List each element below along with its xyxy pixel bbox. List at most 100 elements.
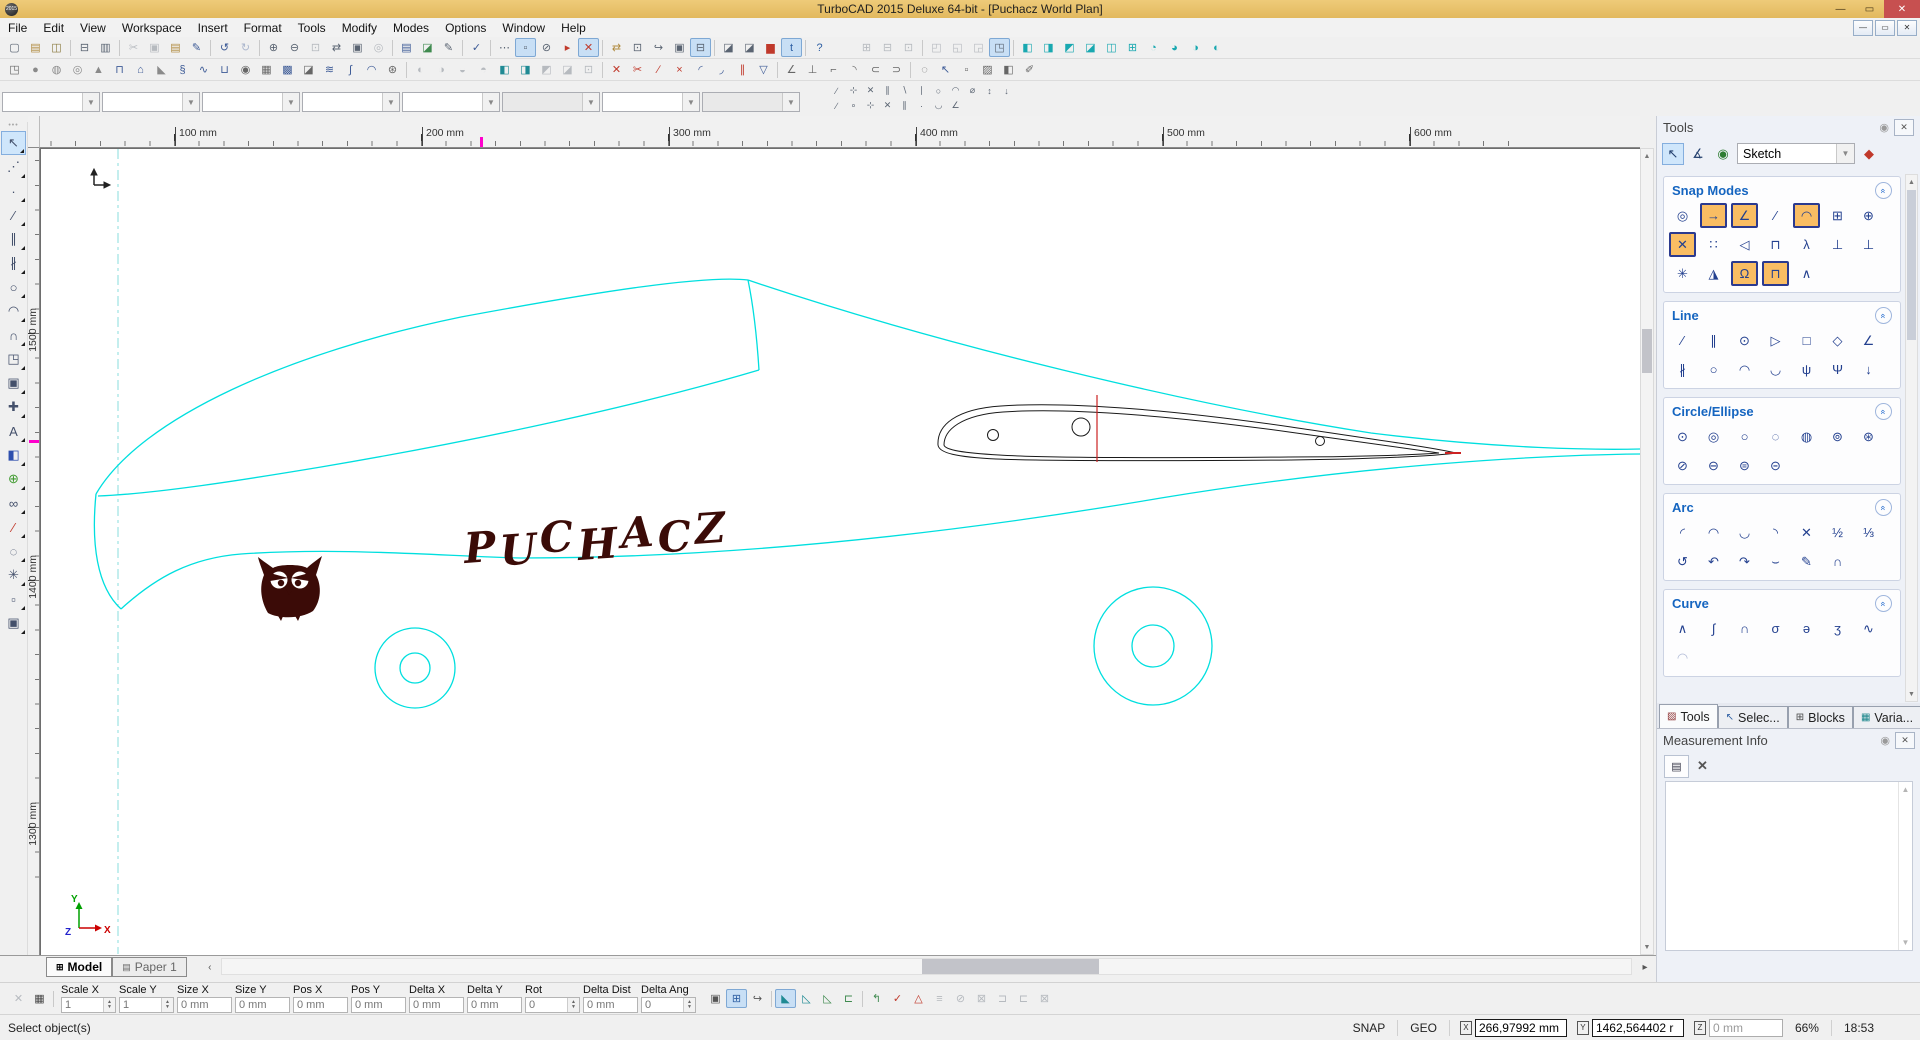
no-snap-icon[interactable]: ✕: [578, 38, 599, 57]
environment-editor-icon[interactable]: ◪: [739, 38, 760, 57]
front-wheel[interactable]: [375, 628, 455, 708]
line-tangent-circle-icon[interactable]: ⊙: [1731, 328, 1758, 353]
z-coordinate-field[interactable]: 0 mm: [1709, 1019, 1783, 1037]
palette-scroll-down-icon[interactable]: ▼: [1906, 687, 1917, 701]
rail-sweep-icon[interactable]: ◠: [361, 60, 382, 79]
scroll-right-icon[interactable]: ▸: [1636, 958, 1654, 976]
coord-table-icon[interactable]: ▦: [29, 989, 50, 1008]
canvas-vertical-scrollbar[interactable]: ▲ ▼: [1640, 148, 1654, 955]
chevron-down-icon[interactable]: ▼: [782, 93, 799, 111]
delta-dist-input[interactable]: 0 mm: [583, 997, 638, 1013]
paste-icon[interactable]: ▤: [165, 38, 186, 57]
box-3d-icon[interactable]: ◳: [4, 60, 25, 79]
text-insert-icon[interactable]: t: [781, 38, 802, 57]
join-icon[interactable]: ×: [669, 60, 690, 79]
line-tool[interactable]: ∕: [1, 203, 26, 227]
measure-arc-icon[interactable]: ◝: [844, 60, 865, 79]
arc-pen-icon[interactable]: ✎: [1793, 549, 1820, 574]
delta-x-input[interactable]: 0 mm: [409, 997, 464, 1013]
tab-scroll-left-icon[interactable]: ‹: [201, 958, 219, 976]
tab-blocks[interactable]: ⊞Blocks: [1788, 706, 1853, 728]
cap-surface-icon[interactable]: ⊛: [382, 60, 403, 79]
palette-select-icon[interactable]: ↖: [1662, 143, 1684, 165]
material-editor-icon[interactable]: ◪: [718, 38, 739, 57]
view-iso-se-icon[interactable]: ◧: [1017, 38, 1038, 57]
sketch-dot-icon[interactable]: ·: [913, 99, 930, 112]
menu-workspace[interactable]: Workspace: [114, 19, 190, 37]
tab-model[interactable]: ⊞ Model: [46, 957, 112, 977]
attach-tool[interactable]: ∞: [1, 491, 26, 515]
snap-quadrant-icon[interactable]: ⊞: [1824, 203, 1851, 228]
lasso-select-icon[interactable]: ◌: [914, 60, 935, 79]
parallel-tool[interactable]: ∥: [1, 227, 26, 251]
chevron-down-icon[interactable]: ▼: [1836, 144, 1854, 163]
extrude-icon[interactable]: ⊔: [214, 60, 235, 79]
close-curve-icon[interactable]: ⊃: [886, 60, 907, 79]
select-mode-icon[interactable]: ▫: [515, 38, 536, 57]
mid-mark-icon[interactable]: ⊹: [845, 84, 862, 97]
scroll-down-icon[interactable]: ▼: [1641, 940, 1653, 954]
chevron-down-icon[interactable]: ▼: [382, 93, 399, 111]
select-tool[interactable]: ↖: [1, 131, 26, 155]
collapse-icon[interactable]: «: [1875, 403, 1892, 420]
circle-tan-point-icon[interactable]: ⊚: [1824, 424, 1851, 449]
snap-tangent-icon[interactable]: λ: [1793, 232, 1820, 257]
palette-scroll-up-icon[interactable]: ▲: [1906, 175, 1917, 189]
y-coordinate-field[interactable]: 1462,564402 r: [1592, 1019, 1684, 1037]
arc-center-radius-icon[interactable]: ◜: [1669, 520, 1696, 545]
line-tangent-3arc-icon[interactable]: ◡: [1762, 357, 1789, 382]
workspace-combo[interactable]: Sketch ▼: [1737, 143, 1855, 164]
main-wheel[interactable]: [1094, 587, 1212, 705]
view-iso-nw-icon[interactable]: ◪: [1080, 38, 1101, 57]
open-icon[interactable]: ▤: [25, 38, 46, 57]
chevron-down-icon[interactable]: ▼: [82, 93, 99, 111]
render-draft-icon[interactable]: ◳: [989, 38, 1010, 57]
horizontal-scroll-thumb[interactable]: [922, 959, 1099, 974]
menu-modify[interactable]: Modify: [334, 19, 385, 37]
surface-icon[interactable]: ◪: [298, 60, 319, 79]
property-combo-3[interactable]: ▼: [202, 92, 300, 112]
view-mode-f-icon[interactable]: ⊏: [838, 989, 859, 1008]
menu-help[interactable]: Help: [553, 19, 594, 37]
fill-bucket-icon[interactable]: ◧: [998, 60, 1019, 79]
snap-toggle[interactable]: SNAP: [1341, 1021, 1398, 1035]
mdi-close-button[interactable]: ✕: [1897, 20, 1917, 36]
copy-icon[interactable]: ▣: [144, 38, 165, 57]
loft-icon[interactable]: ≋: [319, 60, 340, 79]
view-cam-3-icon[interactable]: ◑: [1185, 38, 1206, 57]
glider-fuselage[interactable]: [94, 279, 1640, 609]
chevron-down-icon[interactable]: ▼: [282, 93, 299, 111]
erase-tool[interactable]: ◌: [1, 539, 26, 563]
sketch-dim-icon[interactable]: ∘: [845, 99, 862, 112]
curve-sketch-1-icon[interactable]: σ: [1762, 616, 1789, 641]
drawing-canvas[interactable]: PUCHACZ Y X: [40, 148, 1640, 955]
chevron-down-icon[interactable]: ▼: [482, 93, 499, 111]
spell-check-icon[interactable]: ✓: [466, 38, 487, 57]
snap-settings-icon[interactable]: ⊞: [726, 989, 747, 1008]
arc-elliptical-icon[interactable]: ⌣: [1762, 549, 1789, 574]
menu-view[interactable]: View: [72, 19, 114, 37]
view-cam-2-icon[interactable]: ◕: [1164, 38, 1185, 57]
hemisphere-3d-icon[interactable]: ◍: [46, 60, 67, 79]
spray-tool[interactable]: ✳: [1, 563, 26, 587]
snap-tool[interactable]: ⋰: [1, 155, 26, 179]
snap-midpoint-icon[interactable]: ∕: [1762, 203, 1789, 228]
arc-tool[interactable]: ◠: [1, 299, 26, 323]
sketch-parallel-icon[interactable]: ∥: [896, 99, 913, 112]
explode-icon[interactable]: ▽: [753, 60, 774, 79]
arc-start-end-icon[interactable]: ◡: [1731, 520, 1758, 545]
menu-edit[interactable]: Edit: [35, 19, 72, 37]
owl-logo[interactable]: [258, 556, 322, 621]
ortho-angle-icon[interactable]: ∕: [828, 84, 845, 97]
arc-tangent-2-icon[interactable]: ↷: [1731, 549, 1758, 574]
bool-union-icon[interactable]: ◐: [410, 60, 431, 79]
wedge-3d-icon[interactable]: ◣: [151, 60, 172, 79]
tab-selection[interactable]: ↖Selec...: [1718, 706, 1788, 728]
view-top-icon[interactable]: ⊞: [1122, 38, 1143, 57]
arc-rotated-icon[interactable]: ↺: [1669, 549, 1696, 574]
snap-center-icon[interactable]: ⊕: [1855, 203, 1882, 228]
hatch-tool[interactable]: ◧: [1, 443, 26, 467]
ellipse-fixed-icon[interactable]: ⊜: [1731, 453, 1758, 478]
arc-1-2-3-icon[interactable]: ½: [1824, 520, 1851, 545]
pick-point-icon[interactable]: ↖: [935, 60, 956, 79]
